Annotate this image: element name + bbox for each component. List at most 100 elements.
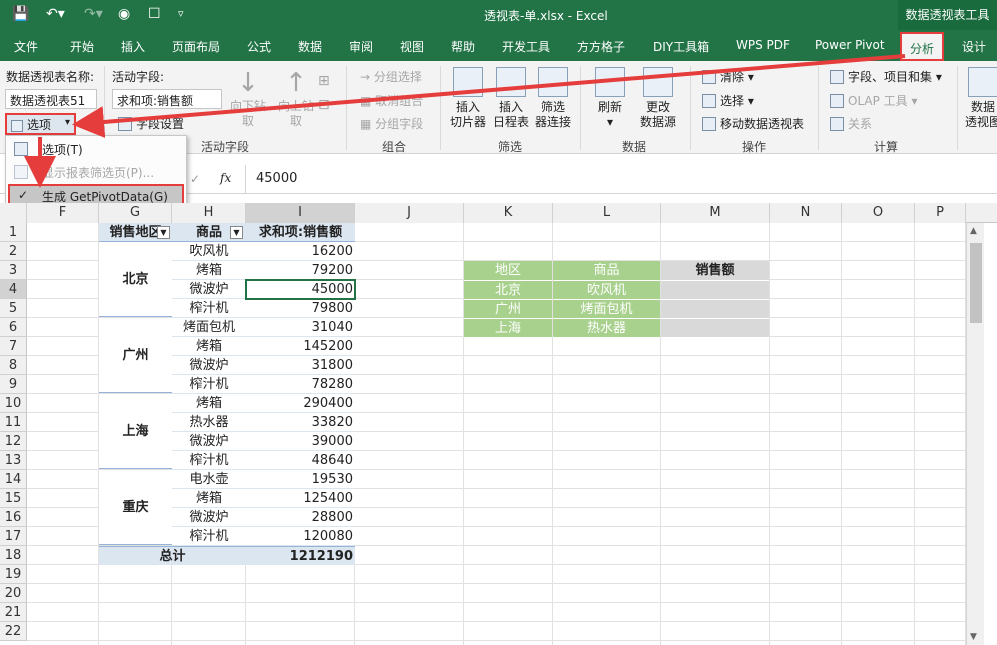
tab-developer[interactable]: 开发工具 [502,38,550,55]
tab-view[interactable]: 视图 [400,38,424,55]
column-header-G[interactable]: G [99,203,172,223]
row-header-15[interactable]: 15 [0,489,27,508]
expand-field-icon[interactable]: ⊞ [318,73,330,89]
row-header-20[interactable]: 20 [0,584,27,603]
column-header-O[interactable]: O [842,203,915,223]
tab-page-layout[interactable]: 页面布局 [172,38,220,55]
column-header-H[interactable]: H [172,203,246,223]
lookup-header-sales: 销售额 [661,261,769,280]
row-header-17[interactable]: 17 [0,527,27,546]
column-header-F[interactable]: F [27,203,99,223]
confirm-icon[interactable]: ✓ [190,172,200,186]
insert-slicer-button[interactable]: 插入 切片器 [448,67,488,130]
scroll-down-icon[interactable]: ▼ [970,632,977,642]
relationships-button[interactable]: 关系 [830,115,872,132]
pivot-product-cell: 电水壶 [172,470,246,489]
chevron-down-icon[interactable]: ▾ [65,117,70,128]
row-header-6[interactable]: 6 [0,318,27,337]
filter-dropdown-icon[interactable]: ▼ [157,226,170,239]
tab-design[interactable]: 设计 [962,38,986,55]
column-header-I[interactable]: I [246,203,355,223]
fx-icon[interactable]: fx [220,171,231,185]
redo-icon[interactable]: ↷▾ [84,5,103,23]
row-header-16[interactable]: 16 [0,508,27,527]
drill-up-button[interactable]: ↑ 向上钻取 [274,67,318,129]
select-all-corner[interactable] [0,203,27,223]
olap-tools-button[interactable]: OLAP 工具 ▾ [830,92,918,109]
column-header-J[interactable]: J [355,203,464,223]
options-button[interactable]: 选项 ▾ [5,113,76,135]
row-header-10[interactable]: 10 [0,394,27,413]
tab-wps-pdf[interactable]: WPS PDF [736,38,790,52]
group-label-data: 数据 [621,140,646,154]
row-header-8[interactable]: 8 [0,356,27,375]
collapse-field-icon[interactable]: ⊟ [318,97,330,113]
column-header-N[interactable]: N [770,203,842,223]
row-header-14[interactable]: 14 [0,470,27,489]
touch-mode-icon[interactable]: ☐ [148,5,161,23]
row-header-5[interactable]: 5 [0,299,27,318]
tab-power-pivot[interactable]: Power Pivot [815,38,885,52]
clear-button[interactable]: 清除 ▾ [702,68,754,85]
tab-review[interactable]: 审阅 [349,38,373,55]
row-header-4[interactable]: 4 [0,280,27,299]
tab-formulas[interactable]: 公式 [247,38,271,55]
change-data-source-button[interactable]: 更改 数据源 [634,67,682,130]
olap-tools-label: OLAP 工具 [848,94,908,108]
row-header-12[interactable]: 12 [0,432,27,451]
column-header-M[interactable]: M [661,203,770,223]
tab-insert[interactable]: 插入 [121,38,145,55]
tab-data[interactable]: 数据 [298,38,322,55]
fields-items-sets-button[interactable]: 字段、项目和集 ▾ [830,68,942,85]
refresh-button[interactable]: 刷新 ▾ [590,67,630,130]
column-header-K[interactable]: K [464,203,553,223]
field-settings-button[interactable]: 字段设置 [118,115,184,132]
tab-analyze[interactable]: 分析 [900,32,945,61]
tab-file[interactable]: 文件 [14,38,38,55]
row-header-2[interactable]: 2 [0,242,27,261]
row-header-22[interactable]: 22 [0,622,27,641]
row-header-3[interactable]: 3 [0,261,27,280]
insert-timeline-button[interactable]: 插入 日程表 [491,67,531,130]
row-header-19[interactable]: 19 [0,565,27,584]
row-header-13[interactable]: 13 [0,451,27,470]
tab-home[interactable]: 开始 [70,38,94,55]
pivot-name-input[interactable]: 数据透视表51 [5,89,97,109]
scroll-up-icon[interactable]: ▲ [970,226,977,236]
row-header-9[interactable]: 9 [0,375,27,394]
row-header-18[interactable]: 18 [0,546,27,565]
row-header-7[interactable]: 7 [0,337,27,356]
row-header-21[interactable]: 21 [0,603,27,622]
group-selection-button[interactable]: → 分组选择 [360,68,422,85]
row-header-1[interactable]: 1 [0,223,27,242]
ungroup-label: 取消组合 [375,94,424,108]
filter-connections-button[interactable]: 筛选 器连接 [533,67,573,130]
insert-slicer-label-1: 插入 [455,100,480,114]
lookup-sales-cell [661,299,769,318]
active-cell-border[interactable] [245,279,356,300]
ungroup-button[interactable]: ▦ 取消组合 [360,92,423,109]
tab-help[interactable]: 帮助 [451,38,475,55]
scroll-thumb[interactable] [970,243,982,323]
pivot-product-cell: 微波炉 [172,356,246,375]
menu-item-options[interactable]: 选项(T) [6,138,186,160]
row-header-11[interactable]: 11 [0,413,27,432]
tab-fangfang[interactable]: 方方格子 [577,38,625,55]
select-button[interactable]: 选择 ▾ [702,92,754,109]
tab-diy-toolbox[interactable]: DIY工具箱 [653,38,709,55]
vertical-scrollbar[interactable]: ▲ ▼ [966,223,984,645]
filter-dropdown-icon[interactable]: ▼ [230,226,243,239]
undo-icon[interactable]: ↶▾ [46,5,65,23]
customize-qat-icon[interactable]: ▿ [178,5,184,23]
drill-down-button[interactable]: ↓ 向下钻取 [226,67,270,129]
group-field-button[interactable]: ▦ 分组字段 [360,115,423,132]
camera-icon[interactable]: ◉ [118,5,130,23]
pivotchart-button[interactable]: 数据 透视图 [963,67,997,130]
formula-input[interactable]: 45000 [245,165,997,193]
save-icon[interactable]: 💾 [12,5,29,23]
column-header-P[interactable]: P [915,203,966,223]
move-pivot-button[interactable]: 移动数据透视表 [702,115,804,132]
menu-item-show-report-filter-pages[interactable]: 显示报表筛选页(P)... [6,161,186,183]
column-header-L[interactable]: L [553,203,661,223]
active-field-input[interactable]: 求和项:销售额 [112,89,222,109]
